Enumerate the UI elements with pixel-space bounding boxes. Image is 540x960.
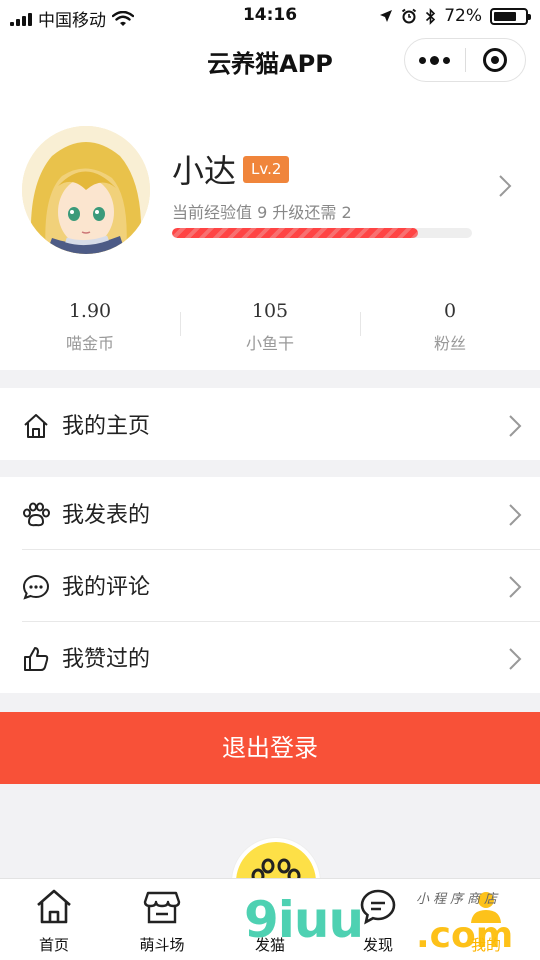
tab-arena[interactable]: 萌斗场	[108, 879, 216, 960]
nav-bar: 云养猫APP	[0, 32, 540, 88]
menu-item-comments[interactable]: 我的评论	[0, 549, 540, 621]
tab-label: 我的	[470, 936, 501, 954]
menu-group-activity: 我发表的 我的评论 我赞过的	[0, 477, 540, 693]
menu-item-label: 我的评论	[62, 575, 151, 600]
menu-item-home[interactable]: 我的主页	[0, 388, 540, 460]
stat-value: 0	[443, 300, 457, 322]
profile-card: 小达 Lv.2 当前经验值 9 升级还需 2 1.90 喵金币 105 小鱼干 …	[0, 88, 540, 370]
menu-item-label: 我的主页	[62, 414, 151, 439]
logout-button[interactable]: 退出登录	[0, 712, 540, 784]
chevron-right-icon	[509, 576, 522, 598]
battery-percent: 72%	[444, 6, 482, 26]
mini-program-capsule	[404, 38, 526, 82]
experience-progress-fill	[172, 228, 418, 238]
status-bar: 中国移动 14:16 72%	[0, 0, 540, 32]
home-icon	[24, 414, 48, 438]
alarm-icon	[402, 8, 417, 24]
stat-label: 粉丝	[433, 334, 466, 353]
tab-label: 萌斗场	[139, 936, 185, 954]
menu-item-likes[interactable]: 我赞过的	[0, 621, 540, 693]
chevron-right-icon	[509, 504, 522, 526]
avatar[interactable]	[22, 126, 150, 254]
stat-label: 喵金币	[65, 334, 114, 353]
stat-fish[interactable]: 105 小鱼干	[180, 296, 360, 356]
thumbs-up-icon	[24, 647, 49, 671]
tab-discover[interactable]: 发现	[324, 879, 432, 960]
tab-home[interactable]: 首页	[0, 879, 108, 960]
level-badge: Lv.2	[243, 156, 290, 183]
profile-stats: 1.90 喵金币 105 小鱼干 0 粉丝	[0, 296, 540, 356]
chat-icon	[360, 889, 396, 925]
location-icon	[380, 10, 393, 22]
chevron-right-icon[interactable]	[498, 174, 512, 198]
more-options-icon[interactable]	[405, 55, 465, 65]
chevron-right-icon	[509, 648, 522, 670]
close-mini-program-icon[interactable]	[465, 48, 525, 72]
stat-value: 105	[251, 300, 289, 322]
tab-label: 首页	[38, 936, 69, 954]
stat-coins[interactable]: 1.90 喵金币	[0, 296, 180, 356]
tab-post-cat[interactable]: 发猫	[216, 879, 324, 960]
menu-item-posts[interactable]: 我发表的	[0, 477, 540, 549]
stat-fans[interactable]: 0 粉丝	[360, 296, 540, 356]
stat-label: 小鱼干	[245, 334, 294, 353]
user-icon	[471, 892, 501, 923]
menu-group-home: 我的主页	[0, 388, 540, 460]
experience-text: 当前经验值 9 升级还需 2	[172, 203, 352, 222]
stat-value: 1.90	[68, 300, 112, 322]
battery-fill	[494, 11, 516, 21]
avatar-image	[22, 126, 150, 254]
status-right: 72%	[379, 6, 531, 26]
menu-item-label: 我赞过的	[62, 647, 151, 672]
store-icon	[143, 891, 181, 924]
username: 小达	[172, 152, 237, 190]
paw-icon	[23, 502, 50, 527]
bluetooth-icon	[426, 7, 436, 25]
battery-icon	[490, 7, 531, 25]
chevron-right-icon	[509, 415, 522, 437]
menu-item-label: 我发表的	[62, 503, 151, 528]
home-icon	[37, 889, 71, 924]
tab-mine[interactable]: 我的	[432, 879, 540, 960]
comment-icon	[22, 574, 50, 600]
experience-progress-bar	[172, 228, 472, 238]
tab-bar: 首页 萌斗场 发猫 发现 我的	[0, 878, 540, 960]
tab-label: 发猫	[254, 936, 285, 954]
tab-label: 发现	[362, 936, 393, 954]
